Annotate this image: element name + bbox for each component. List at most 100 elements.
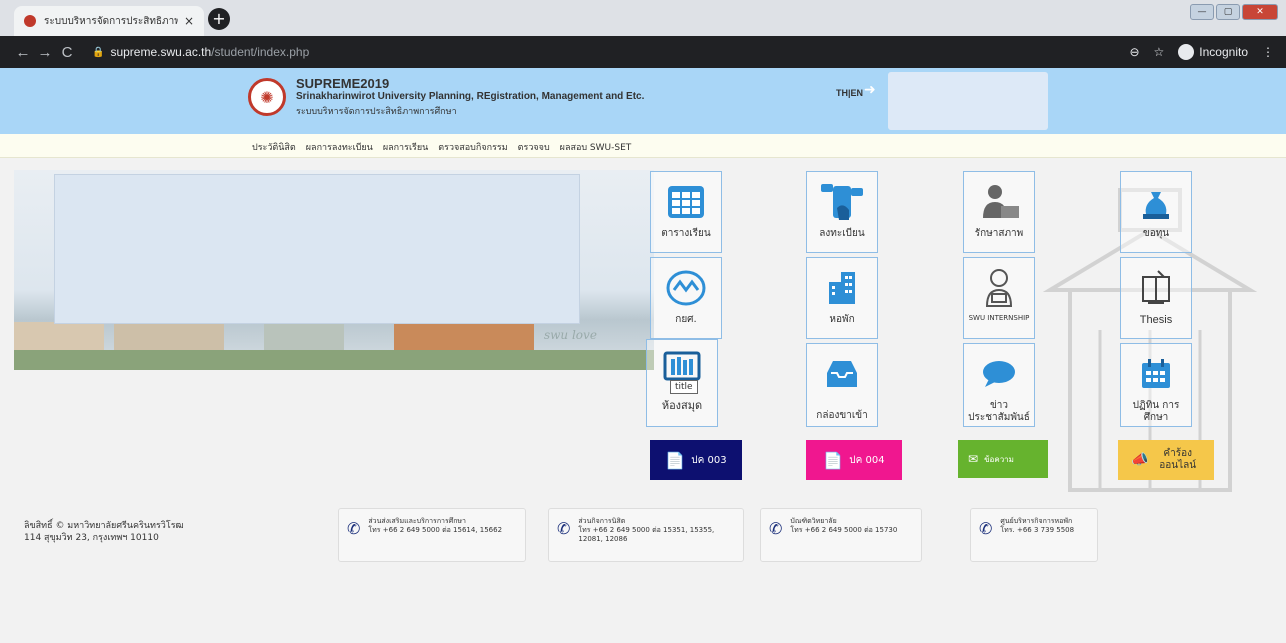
banner-building — [264, 322, 344, 350]
kyc-logo-icon — [666, 266, 706, 310]
document-touch-icon: 📄 — [823, 450, 844, 470]
tile-label: ลงทะเบียน — [819, 228, 865, 239]
copyright-text: ลิขสิทธิ์ © มหาวิทยาลัยศรีนครินทรวิโรฒ — [24, 521, 184, 531]
address-bar: ← → C 🔒 supreme.swu.ac.th/student/index.… — [0, 36, 1286, 68]
menu-item-registration-result[interactable]: ผลการลงทะเบียน — [306, 140, 373, 154]
tile-internship[interactable]: SWU INTERNSHIP — [963, 257, 1035, 339]
form-003-button[interactable]: 📄 ปค 003 — [650, 440, 742, 480]
contact-name: บัณฑิตวิทยาลัย — [790, 517, 837, 525]
money-bag-icon — [1141, 180, 1171, 224]
phone-icon: ✆ — [979, 519, 993, 538]
menu-item-grades[interactable]: ผลการเรียน — [383, 140, 428, 154]
new-tab-button[interactable]: + — [208, 8, 230, 30]
banner-text: swu love — [544, 328, 597, 342]
incognito-indicator[interactable]: Incognito — [1178, 44, 1248, 60]
menu-item-swu-set[interactable]: ผลสอบ SWU-SET — [560, 140, 632, 154]
menu-item-graduation-check[interactable]: ตรวจจบ — [518, 140, 550, 154]
calendar-icon — [1140, 352, 1172, 396]
zoom-icon[interactable]: ⊖ — [1129, 45, 1139, 59]
close-window-button[interactable]: ✕ — [1242, 4, 1278, 20]
form-004-button[interactable]: 📄 ปค 004 — [806, 440, 902, 480]
banner-building — [14, 322, 104, 350]
contact-phone: โทร +66 2 649 5000 ต่อ 15730 — [790, 526, 898, 534]
tile-label: หอพัก — [829, 314, 855, 325]
tab-title: ระบบบริหารจัดการประสิทธิภาพการศึก — [44, 15, 178, 27]
reload-icon[interactable]: C — [56, 44, 78, 61]
announcement-box — [54, 174, 580, 324]
window-controls: — ▢ ✕ — [1190, 4, 1278, 20]
phone-icon: ✆ — [769, 519, 783, 538]
browser-menu-icon[interactable]: ⋮ — [1262, 45, 1274, 59]
url-field[interactable]: supreme.swu.ac.th/student/index.php — [110, 45, 309, 59]
swu-logo-icon[interactable]: ✺ — [248, 78, 286, 116]
star-icon[interactable]: ☆ — [1154, 45, 1165, 59]
inbox-icon — [825, 352, 859, 396]
menu-bar — [0, 134, 1286, 158]
language-switch[interactable]: TH|EN — [836, 88, 863, 98]
site-subtitle-en: Srinakharinwirot University Planning, RE… — [296, 91, 645, 102]
tile-register[interactable]: ลงทะเบียน — [806, 171, 878, 253]
url-path: /student/index.php — [211, 45, 310, 59]
footer-copyright: ลิขสิทธิ์ © มหาวิทยาลัยศรีนครินทรวิโรฒ 1… — [24, 520, 184, 544]
tile-label: กล่องขาเข้า — [816, 410, 868, 421]
contact-name: ส่วนส่งเสริมและบริการการศึกษา — [368, 517, 466, 525]
contact-card: ✆ ส่วนส่งเสริมและบริการการศึกษา โทร +66 2… — [338, 508, 526, 562]
contact-card: ✆ ศูนย์บริหารกิจการหอพัก โทร. +66 3 739 5… — [970, 508, 1098, 562]
tile-label: ข่าว ประชาสัมพันธ์ — [968, 400, 1030, 423]
message-button[interactable]: ✉ ข้อความ — [958, 440, 1048, 478]
contact-card: ✆ บัณฑิตวิทยาลัย โทร +66 2 649 5000 ต่อ 1… — [760, 508, 922, 562]
contact-phone: โทร. +66 3 739 5508 — [1000, 526, 1075, 534]
contact-name: ส่วนกิจการนิสิต — [578, 517, 626, 525]
browser-tab[interactable]: ระบบบริหารจัดการประสิทธิภาพการศึก × — [14, 6, 204, 36]
document-touch-icon: 📄 — [665, 450, 686, 470]
incognito-icon — [1178, 44, 1195, 60]
tile-dormitory[interactable]: หอพัก — [806, 257, 878, 339]
menu-item-profile[interactable]: ประวัตินิสิต — [252, 140, 296, 154]
contact-phone: โทร +66 2 649 5000 ต่อ 15614, 15662 — [368, 526, 503, 534]
back-icon[interactable]: ← — [12, 44, 34, 61]
favicon-icon — [24, 15, 36, 27]
address-text: 114 สุขุมวิท 23, กรุงเทพฯ 10110 — [24, 533, 159, 543]
tile-label: ห้องสมุด — [661, 399, 703, 412]
button-label: ข้อความ — [984, 454, 1014, 464]
tile-inbox[interactable]: กล่องขาเข้า — [806, 343, 878, 427]
tile-student-loan[interactable]: กยศ. — [650, 257, 722, 339]
tab-close-icon[interactable]: × — [184, 14, 194, 28]
minimize-button[interactable]: — — [1190, 4, 1214, 20]
lock-icon[interactable]: 🔒 — [92, 47, 104, 58]
tile-timetable[interactable]: ตารางเรียน — [650, 171, 722, 253]
browser-tabstrip: ระบบบริหารจัดการประสิทธิภาพการศึก × + — … — [0, 0, 1286, 36]
phone-icon: ✆ — [347, 519, 361, 538]
url-host: supreme.swu.ac.th — [110, 45, 212, 59]
menu-item-activities[interactable]: ตรวจสอบกิจกรรม — [438, 140, 507, 154]
main-menu: ประวัตินิสิต ผลการลงทะเบียน ผลการเรียน ต… — [252, 140, 631, 154]
button-label: ปค 004 — [849, 454, 885, 466]
chat-icon — [981, 352, 1017, 396]
tile-label: SWU INTERNSHIP — [968, 314, 1030, 322]
tile-scholarship[interactable]: ขอทุน — [1120, 171, 1192, 253]
tile-academic-calendar[interactable]: ปฏิทิน การศึกษา — [1120, 343, 1192, 427]
tooltip: title — [670, 380, 698, 394]
maximize-button[interactable]: ▢ — [1216, 4, 1240, 20]
forward-icon[interactable]: → — [34, 44, 56, 61]
intern-icon — [983, 266, 1015, 310]
banner-building — [394, 322, 534, 350]
megaphone-icon: 📣 — [1131, 452, 1149, 468]
tile-label: กยศ. — [675, 314, 697, 325]
logout-icon[interactable]: ➜ — [864, 83, 878, 97]
online-request-button[interactable]: 📣 คำร้อง ออนไลน์ — [1118, 440, 1214, 480]
banner-grass — [14, 350, 654, 370]
phone-icon: ✆ — [557, 519, 571, 538]
tile-label: ปฏิทิน การศึกษา — [1132, 400, 1180, 423]
tile-news[interactable]: ข่าว ประชาสัมพันธ์ — [963, 343, 1035, 427]
incognito-label: Incognito — [1199, 45, 1248, 59]
tile-label: รักษาสภาพ — [974, 228, 1024, 239]
building-icon — [827, 266, 857, 310]
tile-thesis[interactable]: Thesis — [1120, 257, 1192, 339]
tile-label: ขอทุน — [1142, 228, 1170, 239]
message-icon: ✉ — [968, 452, 979, 466]
contact-card: ✆ ส่วนกิจการนิสิต โทร +66 2 649 5000 ต่อ … — [548, 508, 744, 562]
user-info-box — [888, 72, 1048, 130]
tile-retain-status[interactable]: รักษาสภาพ — [963, 171, 1035, 253]
contact-phone: โทร +66 2 649 5000 ต่อ 15351, 15355, 120… — [578, 526, 715, 543]
